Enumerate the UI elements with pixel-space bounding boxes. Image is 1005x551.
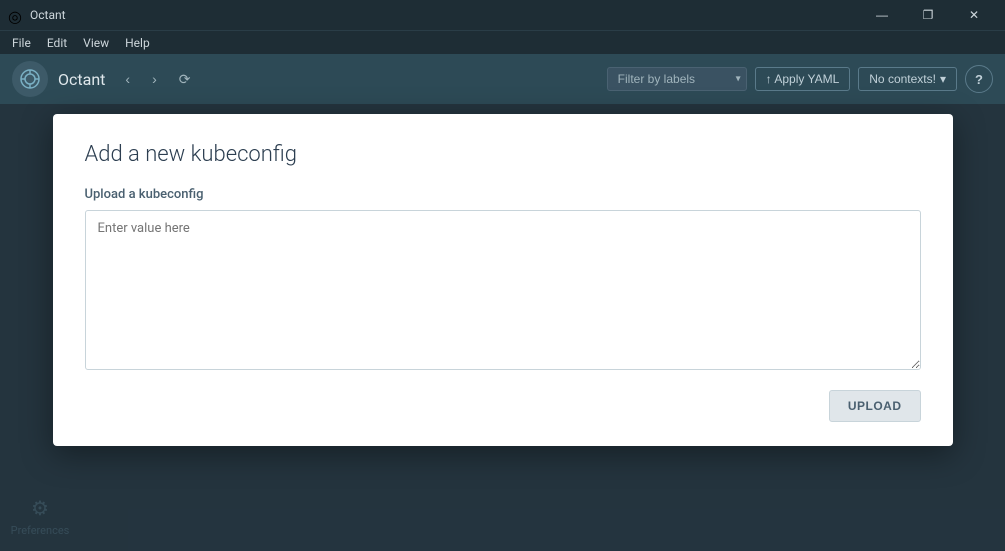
modal-dialog: Add a new kubeconfig Upload a kubeconfig… <box>53 114 953 446</box>
title-bar-controls: — ❐ ✕ <box>859 0 997 30</box>
close-button[interactable]: ✕ <box>951 0 997 30</box>
help-button[interactable]: ? <box>965 65 993 93</box>
modal-field-label: Upload a kubeconfig <box>85 187 921 202</box>
contexts-chevron-icon: ▾ <box>940 72 946 86</box>
title-bar-title: Octant <box>30 8 66 22</box>
forward-button[interactable]: › <box>146 67 163 91</box>
back-button[interactable]: ‹ <box>119 67 136 91</box>
app-icon: ◎ <box>8 7 24 23</box>
nav-filter: Filter by labels ↑ Apply YAML No context… <box>607 65 993 93</box>
nav-app-name: Octant <box>58 70 105 89</box>
modal-footer: UPLOAD <box>85 390 921 422</box>
app-logo <box>12 61 48 97</box>
menu-help[interactable]: Help <box>117 34 158 52</box>
maximize-button[interactable]: ❐ <box>905 0 951 30</box>
title-bar-left: ◎ Octant <box>8 7 66 23</box>
menu-view[interactable]: View <box>75 34 117 52</box>
title-bar: ◎ Octant — ❐ ✕ <box>0 0 1005 30</box>
filter-dropdown[interactable]: Filter by labels <box>607 67 747 91</box>
filter-wrapper: Filter by labels <box>607 67 747 91</box>
upload-button[interactable]: UPLOAD <box>829 390 921 422</box>
history-button[interactable]: ⟳ <box>173 67 197 92</box>
modal-title: Add a new kubeconfig <box>85 142 921 167</box>
main-area: ⚙ Preferences Add a new kubeconfig Uploa… <box>0 104 1005 551</box>
minimize-button[interactable]: — <box>859 0 905 30</box>
menu-edit[interactable]: Edit <box>39 34 75 52</box>
octant-logo-icon <box>19 68 41 90</box>
contexts-button[interactable]: No contexts! ▾ <box>858 67 957 91</box>
modal-overlay: Add a new kubeconfig Upload a kubeconfig… <box>0 104 1005 551</box>
nav-bar: Octant ‹ › ⟳ Filter by labels ↑ Apply YA… <box>0 54 1005 104</box>
menu-file[interactable]: File <box>4 34 39 52</box>
contexts-label: No contexts! <box>869 72 936 86</box>
apply-yaml-button[interactable]: ↑ Apply YAML <box>755 67 851 91</box>
kubeconfig-textarea[interactable] <box>85 210 921 370</box>
menu-bar: File Edit View Help <box>0 30 1005 54</box>
